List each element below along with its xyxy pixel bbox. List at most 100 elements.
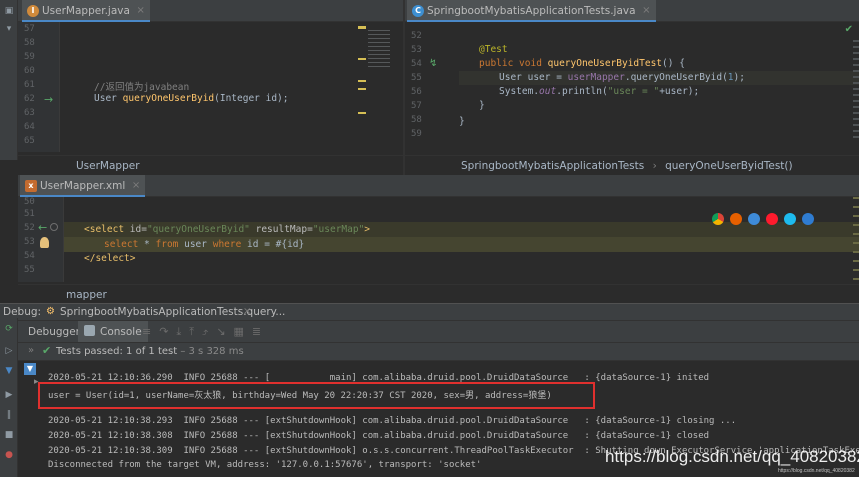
debug-config-icon: ⚙	[46, 306, 55, 317]
watermark-small: https://blog.csdn.net/qq_40820382	[778, 468, 855, 474]
stmt-call: .queryOneUserByid(	[624, 72, 728, 83]
editor-tests-java[interactable]: 52 53 54 55 56 57 58 59 ↯ @Test public v…	[405, 22, 859, 152]
filter-icon[interactable]: ▼	[24, 363, 36, 375]
gutter: 52 53 54 55 56 57 58 59 ↯	[405, 22, 459, 152]
close-icon[interactable]: ×	[642, 0, 650, 22]
pause-icon[interactable]: ‖	[3, 410, 15, 420]
tab-tests-java[interactable]: C SpringbootMybatisApplicationTests.java…	[407, 0, 656, 22]
breadcrumb-item[interactable]: UserMapper	[76, 160, 140, 172]
line-number: 59	[24, 52, 35, 62]
tab-label: Console	[100, 326, 142, 338]
fold-icon[interactable]	[50, 223, 58, 231]
breadcrumb-usermapper-java: UserMapper	[18, 155, 403, 175]
line-number: 61	[24, 80, 35, 90]
ie-icon[interactable]	[784, 213, 796, 225]
line-number: 53	[411, 45, 422, 55]
lightbulb-icon[interactable]	[40, 237, 49, 248]
close-icon[interactable]: ×	[137, 0, 145, 22]
filter-icon[interactable]: ▼	[3, 366, 15, 376]
highlight-box	[38, 382, 595, 409]
line-number: 55	[24, 265, 35, 275]
resume-icon[interactable]: ▷	[3, 346, 15, 356]
method-params: (Integer id);	[214, 93, 289, 104]
implementation-arrow-icon[interactable]: →	[44, 93, 53, 106]
checkmark-icon: ✔	[844, 24, 853, 35]
tab-label: UserMapper.java	[42, 5, 130, 17]
opera-icon[interactable]	[766, 213, 778, 225]
console-line: 2020-05-21 12:10:38.293 INFO 25688 --- […	[48, 416, 737, 426]
tabbar-usermapper-java: I UserMapper.java ×	[18, 0, 403, 22]
tab-usermapper-java[interactable]: I UserMapper.java ×	[22, 0, 150, 22]
sql-text: id = #{id}	[241, 239, 305, 250]
stmt-string: "user = "	[607, 86, 660, 97]
select-close-tag: </select>	[84, 253, 136, 264]
tab-debugger[interactable]: Debugger	[28, 326, 80, 338]
scrollbar-markers[interactable]	[853, 40, 859, 140]
line-number: 58	[411, 115, 422, 125]
line-number: 57	[411, 101, 422, 111]
stmt-end: );	[733, 72, 745, 83]
return-type: User	[94, 93, 117, 104]
debug-tool-strip: ⟳ ▷ ▼ ▶ ‖ ■ ●	[0, 318, 18, 477]
navigate-back-arrow-icon[interactable]: ←	[38, 221, 47, 234]
breadcrumb-usermapper-xml: mapper	[18, 284, 859, 304]
edge-icon[interactable]	[802, 213, 814, 225]
select-open-tag: <select id="queryOneUserByid" resultMap=…	[84, 224, 370, 235]
line-number: 59	[411, 129, 422, 139]
xml-file-icon: x	[25, 180, 37, 192]
tests-time: – 3 s 328 ms	[177, 346, 244, 357]
class-icon: C	[412, 5, 424, 17]
expand-icon[interactable]: »	[28, 345, 34, 356]
debug-label: Debug:	[3, 306, 42, 318]
xml-attr: resultMap=	[249, 224, 313, 235]
tests-status-bar: » ✔ Tests passed: 1 of 1 test – 3 s 328 …	[18, 343, 859, 361]
editor-usermapper-xml[interactable]: 50 51 52 53 54 55 ← <select id="queryOne…	[18, 197, 859, 282]
code-statement-1: User user = userMapper.queryOneUserByid(…	[499, 72, 745, 83]
xml-attr: id=	[129, 224, 147, 235]
stmt-end: +user);	[659, 86, 700, 97]
line-number: 58	[24, 38, 35, 48]
stmt-type: User user =	[499, 72, 568, 83]
debug-header: Debug: ⚙ SpringbootMybatisApplicationTes…	[0, 303, 859, 321]
close-icon[interactable]: ×	[132, 175, 140, 197]
sql-text: *	[138, 239, 156, 250]
breadcrumb-item[interactable]: SpringbootMybatisApplicationTests	[461, 160, 644, 172]
tabbar-usermapper-xml: x UserMapper.xml ×	[18, 175, 859, 197]
gutter: 50 51 52 53 54 55 ←	[18, 197, 64, 282]
breakpoint-icon[interactable]: ●	[3, 450, 15, 460]
rerun-icon[interactable]: ⟳	[3, 324, 15, 334]
collapse-arrow-icon[interactable]: ▾	[3, 24, 15, 34]
project-icon[interactable]: ▣	[3, 6, 15, 16]
interface-icon: I	[27, 5, 39, 17]
closing-brace: }	[479, 100, 485, 111]
line-number: 65	[24, 136, 35, 146]
firefox-icon[interactable]	[730, 213, 742, 225]
editor-usermapper-java[interactable]: 57 58 59 60 61 62 63 64 65 → //返回值为javab…	[18, 22, 403, 152]
console-line: Disconnected from the target VM, address…	[48, 460, 482, 470]
console-line: 2020-05-21 12:10:38.308 INFO 25688 --- […	[48, 431, 710, 441]
chrome-icon[interactable]	[712, 213, 724, 225]
play-icon[interactable]: ▶	[3, 390, 15, 400]
breadcrumb-item[interactable]: mapper	[66, 289, 107, 301]
stmt-field: out	[539, 86, 557, 97]
stop-icon[interactable]: ■	[3, 430, 15, 440]
debug-config-tab[interactable]: SpringbootMybatisApplicationTests.query.…	[60, 306, 285, 318]
tab-console[interactable]: Console	[78, 321, 148, 342]
tests-count: 1 of 1 test	[126, 346, 178, 357]
safari-icon[interactable]	[748, 213, 760, 225]
method-name: queryOneUserByid	[122, 93, 215, 104]
code-comment: //返回值为javabean	[94, 82, 190, 93]
line-number: 52	[411, 31, 422, 41]
code-annotation: @Test	[479, 44, 508, 55]
stmt-field: userMapper	[567, 72, 625, 83]
close-icon[interactable]: ×	[243, 306, 251, 317]
scrollbar-markers[interactable]	[853, 197, 859, 282]
xml-tag: <select	[84, 224, 130, 235]
line-number: 51	[24, 209, 35, 219]
run-test-icon[interactable]: ↯	[429, 58, 437, 69]
tests-summary: Tests passed: 1 of 1 test – 3 s 328 ms	[56, 346, 244, 357]
debug-step-icons[interactable]: ≡↷⤓⤒⤴↘▦≣	[142, 325, 269, 339]
line-number: 55	[411, 73, 422, 83]
breadcrumb-item[interactable]: queryOneUserByidTest()	[665, 160, 793, 172]
tab-usermapper-xml[interactable]: x UserMapper.xml ×	[20, 175, 146, 197]
